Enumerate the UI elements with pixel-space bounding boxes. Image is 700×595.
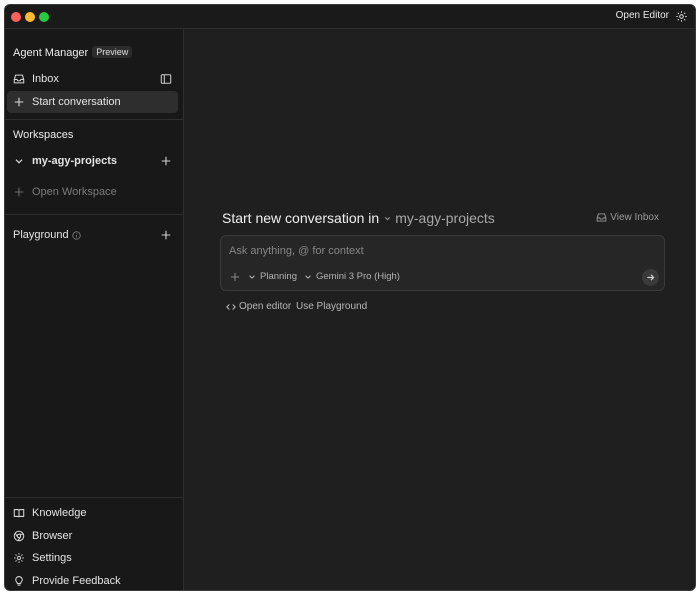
view-inbox-link[interactable]: View Inbox (596, 212, 659, 223)
sidebar-divider (5, 214, 184, 215)
model-dropdown[interactable]: Gemini 3 Pro (High) (304, 271, 400, 282)
send-button[interactable] (642, 269, 659, 286)
plus-icon (14, 97, 24, 107)
inbox-icon (13, 74, 25, 84)
sidebar-item-label: Knowledge (32, 507, 87, 519)
arrow-right-icon (647, 274, 655, 281)
mode-dropdown[interactable]: Planning (248, 271, 297, 282)
sidebar: Agent Manager Preview Inbox Start convers… (5, 29, 184, 590)
workspace-name: my-agy-projects (32, 155, 117, 167)
page-title: Start new conversation in my-agy-project… (222, 210, 495, 226)
use-playground-link-label: Use Playground (296, 301, 368, 312)
model-label: Gemini 3 Pro (High) (316, 271, 400, 282)
sidebar-item-start-conversation[interactable]: Start conversation (7, 91, 178, 113)
close-window-button[interactable] (11, 12, 21, 22)
sidebar-toggle-icon[interactable] (160, 73, 172, 85)
mode-label: Planning (260, 271, 297, 282)
sidebar-item-settings[interactable]: Settings (7, 548, 178, 568)
preview-badge: Preview (92, 46, 133, 58)
sidebar-item-label: Provide Feedback (32, 575, 121, 587)
add-context-icon[interactable] (230, 272, 240, 282)
code-icon (226, 303, 236, 310)
sidebar-item-label: Inbox (32, 73, 59, 85)
workspace-selector-label: my-agy-projects (395, 210, 495, 226)
book-icon (13, 509, 25, 518)
app-window: Open Editor Agent Manager Preview Inbox S… (4, 4, 696, 591)
view-inbox-label: View Inbox (610, 212, 659, 223)
agent-manager-heading: Agent Manager Preview (13, 46, 133, 59)
sidebar-item-inbox[interactable]: Inbox (7, 68, 178, 90)
sidebar-divider (5, 497, 184, 498)
sidebar-item-label: Settings (32, 552, 72, 564)
open-workspace-button[interactable]: Open Workspace (7, 181, 178, 203)
add-workspace-conversation-icon[interactable] (160, 155, 172, 167)
lightbulb-icon (15, 576, 23, 586)
open-editor-link-label: Open editor (239, 301, 292, 312)
chevron-down-icon (385, 216, 391, 220)
prompt-input[interactable] (229, 245, 629, 257)
minimize-window-button[interactable] (25, 12, 35, 22)
zoom-window-button[interactable] (39, 12, 49, 22)
gear-icon[interactable] (675, 10, 688, 23)
app-heading: Agent Manager (13, 47, 89, 59)
sidebar-divider (5, 119, 184, 120)
sidebar-item-label: Start conversation (32, 96, 121, 108)
sidebar-item-browser[interactable]: Browser (7, 526, 178, 546)
prompt-composer: Planning Gemini 3 Pro (High) (220, 235, 665, 291)
add-playground-icon[interactable] (160, 229, 172, 241)
use-playground-link[interactable]: Use Playground (296, 301, 367, 312)
open-editor-button[interactable]: Open Editor (616, 10, 669, 21)
workspaces-heading: Workspaces (13, 129, 74, 141)
info-icon[interactable] (72, 230, 81, 240)
sidebar-item-label: Browser (32, 530, 73, 542)
headline-text: Start new conversation in (222, 210, 380, 226)
chevron-down-icon (305, 274, 311, 279)
workspace-item[interactable]: my-agy-projects (7, 150, 178, 172)
title-bar: Open Editor (5, 5, 695, 29)
gear-icon (14, 553, 24, 563)
browser-icon (13, 530, 25, 542)
playground-section[interactable]: Playground (7, 224, 178, 246)
inbox-icon (596, 213, 607, 222)
open-editor-link[interactable]: Open editor (226, 301, 291, 312)
chevron-down-icon[interactable] (13, 155, 25, 167)
sidebar-item-knowledge[interactable]: Knowledge (7, 503, 178, 523)
sidebar-item-provide-feedback[interactable]: Provide Feedback (7, 571, 178, 590)
open-workspace-label: Open Workspace (32, 186, 117, 198)
playground-heading: Playground (13, 229, 69, 241)
plus-icon (14, 187, 24, 197)
main-panel: Start new conversation in my-agy-project… (185, 29, 695, 590)
chevron-down-icon (249, 274, 255, 279)
workspace-selector[interactable]: my-agy-projects (383, 210, 495, 226)
